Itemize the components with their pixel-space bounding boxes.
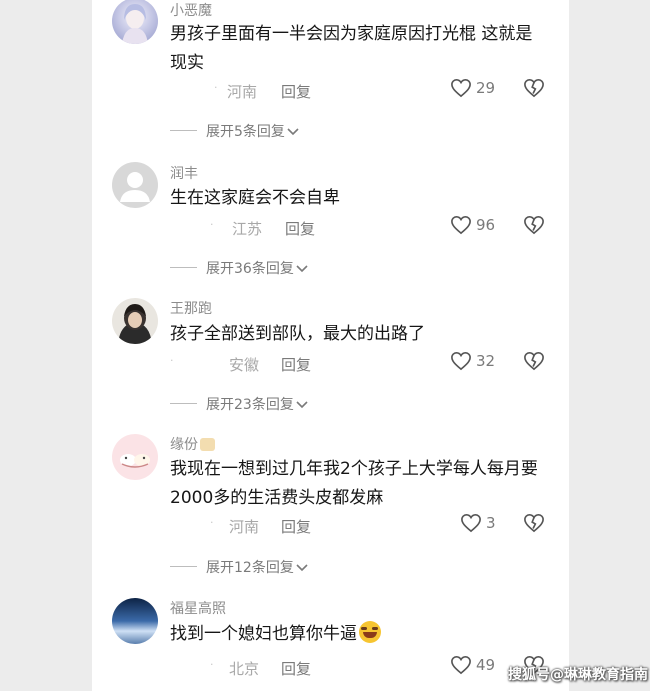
like-button[interactable]: 29	[450, 78, 495, 100]
dislike-button[interactable]	[523, 351, 545, 375]
reply-button[interactable]: 回复	[281, 516, 311, 537]
expand-divider	[170, 403, 197, 404]
comment-meta: · 河南 回复 3	[170, 513, 550, 537]
expand-replies-label: 展开12条回复	[206, 560, 294, 576]
like-button[interactable]: 96	[450, 215, 495, 237]
like-button[interactable]: 49	[450, 655, 495, 677]
expand-replies[interactable]: 展开5条回复	[170, 121, 430, 141]
reply-button[interactable]: 回复	[281, 658, 311, 679]
dislike-button[interactable]	[523, 78, 545, 102]
expand-divider	[170, 267, 197, 268]
avatar[interactable]	[112, 434, 158, 480]
expand-replies-label: 展开36条回复	[206, 261, 294, 277]
comment-text: 男孩子里面有一半会因为家庭原因打光棍 这就是现实	[170, 24, 533, 73]
comment-time: ·	[170, 354, 174, 367]
expand-divider	[170, 130, 197, 131]
chevron-down-icon	[296, 265, 308, 273]
like-count: 49	[476, 656, 496, 674]
avatar[interactable]	[112, 0, 158, 44]
like-button[interactable]: 3	[460, 513, 496, 535]
dislike-button[interactable]	[523, 215, 545, 239]
like-count: 96	[476, 216, 496, 234]
comment-text: 我现在一想到过几年我2个孩子上大学每人每月要2000多的生活费头皮都发麻	[170, 459, 538, 508]
comment-username[interactable]: 润丰	[170, 163, 198, 183]
reply-button[interactable]: 回复	[281, 354, 311, 375]
comment-text: 找到一个媳妇也算你牛逼	[170, 620, 545, 649]
comment-time: ·	[210, 218, 214, 231]
comment-meta: · 北京 回复 49	[170, 655, 550, 679]
comment-meta: · 安徽 回复 32	[170, 351, 550, 375]
heart-icon	[461, 513, 481, 533]
reply-button[interactable]: 回复	[285, 218, 315, 239]
like-button[interactable]: 32	[450, 351, 495, 373]
broken-heart-icon	[524, 78, 544, 98]
heart-icon	[451, 215, 471, 235]
avatar[interactable]	[112, 598, 158, 644]
comment-username-text: 缘份	[170, 437, 198, 453]
comment-meta: · 江苏 回复 96	[170, 215, 550, 239]
comment-text: 孩子全部送到部队，最大的出路了	[170, 324, 425, 344]
chevron-down-icon	[296, 564, 308, 572]
heart-icon	[451, 351, 471, 371]
chevron-down-icon	[287, 128, 299, 136]
like-count: 29	[476, 79, 496, 97]
broken-heart-icon	[524, 513, 544, 533]
badge-icon	[200, 438, 215, 451]
expand-replies[interactable]: 展开12条回复	[170, 557, 430, 577]
comment-text-body: 找到一个媳妇也算你牛逼	[170, 624, 357, 644]
comment-panel: 小恶魔 男孩子里面有一半会因为家庭原因打光棍 这就是现实 · 河南 回复 29 …	[92, 0, 569, 691]
comment-location: 河南	[229, 518, 260, 536]
comment-location: 北京	[229, 660, 260, 678]
comment-username[interactable]: 福星高照	[170, 598, 226, 618]
laughing-emoji-icon	[359, 621, 381, 643]
avatar[interactable]	[112, 298, 158, 344]
broken-heart-icon	[524, 215, 544, 235]
avatar[interactable]	[112, 162, 158, 208]
comment-time: ·	[210, 658, 214, 671]
comment-location: 河南	[227, 83, 258, 101]
comment-meta: · 河南 回复 29	[170, 78, 550, 102]
heart-icon	[451, 655, 471, 675]
expand-replies-label: 展开23条回复	[206, 397, 294, 413]
heart-icon	[451, 78, 471, 98]
comment-text: 生在这家庭会不会自卑	[170, 188, 340, 208]
reply-button[interactable]: 回复	[281, 81, 311, 102]
broken-heart-icon	[524, 351, 544, 371]
comment-location: 安徽	[229, 356, 260, 374]
like-count: 32	[476, 352, 496, 370]
expand-replies[interactable]: 展开23条回复	[170, 394, 430, 414]
watermark: 搜狐号@琳琳教育指南	[508, 667, 648, 683]
chevron-down-icon	[296, 401, 308, 409]
dislike-button[interactable]	[523, 513, 545, 537]
expand-divider	[170, 566, 197, 567]
comment-location: 江苏	[232, 220, 263, 238]
comment-time: ·	[210, 516, 214, 529]
comment-username[interactable]: 缘份	[170, 434, 215, 454]
expand-replies[interactable]: 展开36条回复	[170, 258, 430, 278]
comment-time: ·	[214, 81, 218, 94]
expand-replies-label: 展开5条回复	[206, 124, 285, 140]
comment-username[interactable]: 小恶魔	[170, 0, 212, 20]
like-count: 3	[486, 514, 496, 532]
comment-username[interactable]: 王那跑	[170, 298, 212, 318]
